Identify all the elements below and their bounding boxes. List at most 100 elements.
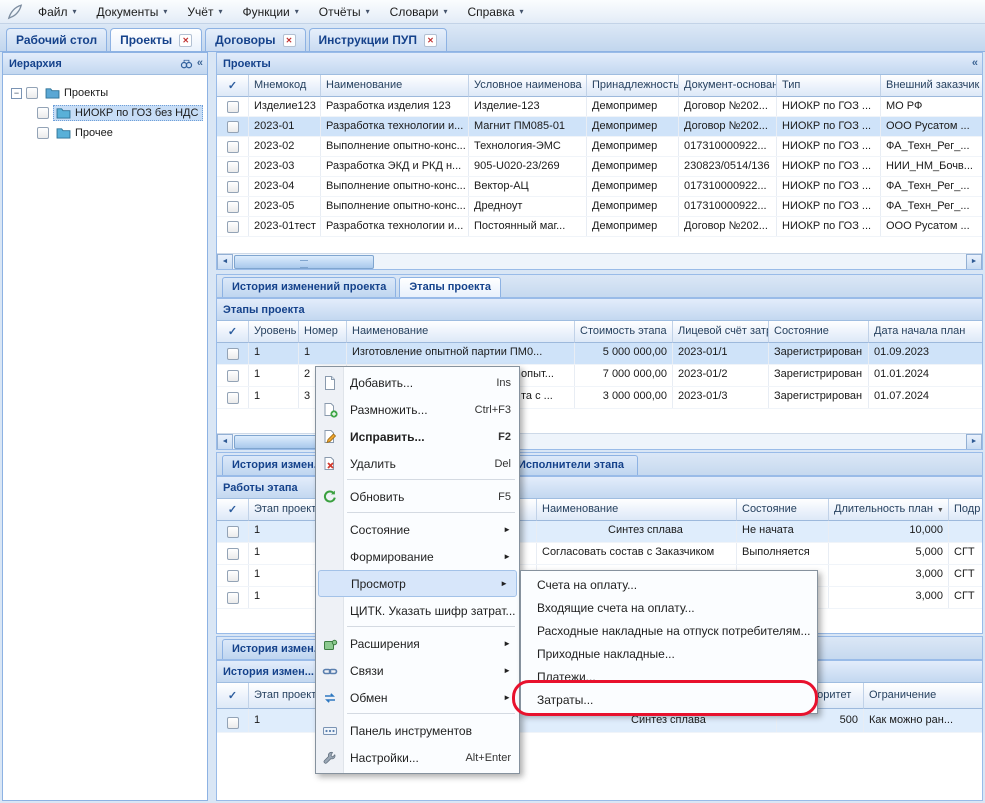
menu-item-add[interactable]: Добавить... Ins <box>316 369 519 396</box>
column-header[interactable]: Мнемокод <box>249 75 321 97</box>
row-checkbox[interactable] <box>217 565 249 586</box>
row-checkbox[interactable] <box>217 587 249 608</box>
checkbox-icon[interactable] <box>37 127 49 139</box>
tree-item-projects[interactable]: − Проекты <box>3 83 207 103</box>
row-checkbox[interactable] <box>217 343 249 364</box>
tab-project-stages[interactable]: Этапы проекта <box>399 277 501 297</box>
menu-item-state[interactable]: Состояние ► <box>316 516 519 543</box>
tab-projects[interactable]: Проекты✕ <box>110 28 202 51</box>
menu-accounting[interactable]: Учёт▾ <box>177 2 232 22</box>
checkbox-icon[interactable] <box>26 87 38 99</box>
row-checkbox[interactable] <box>217 709 249 732</box>
tree-item-other[interactable]: Прочее <box>3 123 207 143</box>
column-header[interactable]: Дата начала план <box>869 321 983 343</box>
row-checkbox[interactable] <box>217 137 249 156</box>
menu-item-extensions[interactable]: Расширения ► <box>316 630 519 657</box>
column-header-sorted[interactable]: Длительность план▼ <box>829 499 949 521</box>
menu-documents[interactable]: Документы▾ <box>87 2 178 22</box>
check-column-header[interactable]: ✓ <box>217 499 249 521</box>
column-header[interactable]: Наименование <box>347 321 575 343</box>
tab-contracts[interactable]: Договоры✕ <box>205 28 305 51</box>
submenu-item-expense-waybills[interactable]: Расходные накладные на отпуск потребител… <box>521 619 817 642</box>
close-icon[interactable]: ✕ <box>283 34 296 47</box>
check-column-header[interactable]: ✓ <box>217 75 249 97</box>
column-header[interactable]: Состояние <box>737 499 829 521</box>
menu-item-refresh[interactable]: Обновить F5 <box>316 483 519 510</box>
table-row[interactable]: 2023-03 Разработка ЭКД и РКД н... 905-U0… <box>217 157 982 177</box>
column-header[interactable]: Документ-основан <box>679 75 777 97</box>
column-header[interactable]: Номер <box>299 321 347 343</box>
row-checkbox[interactable] <box>217 177 249 196</box>
row-checkbox[interactable] <box>217 197 249 216</box>
column-header[interactable]: Стоимость этапа <box>575 321 673 343</box>
row-checkbox[interactable] <box>217 365 249 386</box>
tab-project-history[interactable]: История изменений проекта <box>222 277 396 297</box>
row-checkbox[interactable] <box>217 97 249 116</box>
menu-file[interactable]: Файл▾ <box>28 2 87 22</box>
submenu-item-receipt-waybills[interactable]: Приходные накладные... <box>521 642 817 665</box>
binoculars-icon[interactable] <box>180 57 193 70</box>
table-row-selected[interactable]: 2023-01 Разработка технологии и... Магни… <box>217 117 982 137</box>
table-row[interactable]: 2023-04 Выполнение опытно-конс... Вектор… <box>217 177 982 197</box>
menu-item-edit[interactable]: Исправить... F2 <box>316 423 519 450</box>
check-column-header[interactable]: ✓ <box>217 683 249 709</box>
menu-item-view[interactable]: Просмотр ► <box>318 570 517 597</box>
collapse-icon[interactable]: « <box>197 56 203 70</box>
menu-item-links[interactable]: Связи ► <box>316 657 519 684</box>
menu-item-settings[interactable]: Настройки... Alt+Enter <box>316 744 519 771</box>
column-header[interactable]: Ограничение <box>864 683 983 709</box>
menu-functions[interactable]: Функции▾ <box>232 2 308 22</box>
tree-item-niokr[interactable]: НИОКР по ГОЗ без НДС <box>3 103 207 123</box>
submenu-item-payments[interactable]: Платежи... <box>521 665 817 688</box>
menu-item-citk-code[interactable]: ЦИТК. Указать шифр затрат... <box>316 597 519 624</box>
table-row-selected[interactable]: 1 1 Изготовление опытной партии ПМ0... 5… <box>217 343 982 365</box>
row-checkbox[interactable] <box>217 117 249 136</box>
scroll-right-button[interactable]: ► <box>966 254 982 270</box>
column-header[interactable]: Подр <box>949 499 983 521</box>
column-header[interactable]: Условное наименова <box>469 75 587 97</box>
menu-item-duplicate[interactable]: Размножить... Ctrl+F3 <box>316 396 519 423</box>
column-header[interactable]: Лицевой счёт затрат <box>673 321 769 343</box>
column-header[interactable]: Состояние <box>769 321 869 343</box>
menu-help[interactable]: Справка▾ <box>457 2 533 22</box>
column-header[interactable]: Внешний заказчик <box>881 75 983 97</box>
submenu-item-invoices[interactable]: Счета на оплату... <box>521 573 817 596</box>
table-row[interactable]: Изделие123 Разработка изделия 123 Издели… <box>217 97 982 117</box>
tree-expand-icon[interactable]: − <box>11 88 22 99</box>
scroll-thumb[interactable] <box>234 255 374 269</box>
submenu-item-costs[interactable]: Затраты... <box>521 688 817 711</box>
checkbox-icon[interactable] <box>37 107 49 119</box>
table-row[interactable]: 2023-02 Выполнение опытно-конс... Технол… <box>217 137 982 157</box>
menu-item-delete[interactable]: Удалить Del <box>316 450 519 477</box>
row-checkbox[interactable] <box>217 543 249 564</box>
scroll-right-button[interactable]: ► <box>966 434 982 450</box>
close-icon[interactable]: ✕ <box>179 34 192 47</box>
menu-reports[interactable]: Отчёты▾ <box>309 2 380 22</box>
horizontal-scrollbar[interactable]: ◄ ► <box>217 253 982 269</box>
row-checkbox[interactable] <box>217 157 249 176</box>
scroll-left-button[interactable]: ◄ <box>217 254 233 270</box>
column-header[interactable]: Наименование <box>321 75 469 97</box>
check-column-header[interactable]: ✓ <box>217 321 249 343</box>
menu-item-toolbar[interactable]: Панель инструментов <box>316 717 519 744</box>
menu-item-exchange[interactable]: Обмен ► <box>316 684 519 711</box>
scroll-left-button[interactable]: ◄ <box>217 434 233 450</box>
tab-instructions[interactable]: Инструкции ПУП✕ <box>309 28 447 51</box>
table-row[interactable]: 2023-01тест Разработка технологии и... П… <box>217 217 982 237</box>
submenu-item-incoming-invoices[interactable]: Входящие счета на оплату... <box>521 596 817 619</box>
row-checkbox[interactable] <box>217 217 249 236</box>
table-row[interactable]: 2023-05 Выполнение опытно-конс... Дредно… <box>217 197 982 217</box>
column-header[interactable]: Тип <box>777 75 881 97</box>
column-header[interactable]: Наименование <box>537 499 737 521</box>
row-checkbox[interactable] <box>217 521 249 542</box>
column-header[interactable]: Уровень <box>249 321 299 343</box>
tab-work-history[interactable]: История измен... <box>222 639 322 659</box>
menu-dictionaries[interactable]: Словари▾ <box>380 2 458 22</box>
menu-item-formation[interactable]: Формирование ► <box>316 543 519 570</box>
column-header[interactable]: Принадлежность <box>587 75 679 97</box>
row-checkbox[interactable] <box>217 387 249 408</box>
tab-desktop[interactable]: Рабочий стол <box>6 28 107 51</box>
collapse-icon[interactable]: « <box>972 56 978 70</box>
tab-stage-executors[interactable]: Исполнители этапа <box>508 455 638 475</box>
close-icon[interactable]: ✕ <box>424 34 437 47</box>
